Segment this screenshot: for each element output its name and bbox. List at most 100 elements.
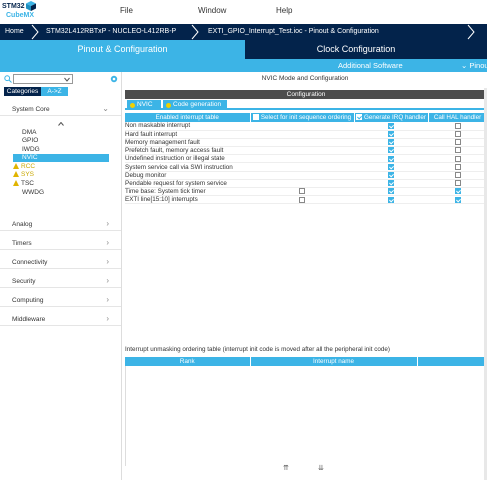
breadcrumb: Home STM32L412RBTxP - NUCLEO-L412RB-P EX… [0,24,487,40]
table-cell [250,195,354,205]
table-row: Time base: System tick timer [125,187,487,197]
generate-irq-checkbox[interactable] [388,131,394,138]
interrupt-name: Memory management fault [125,138,250,148]
breadcrumb-board[interactable]: STM32L412RBTxP - NUCLEO-L412RB-P [46,28,176,35]
category-analog[interactable]: Analog › [0,217,121,231]
generate-irq-checkbox[interactable] [388,122,394,129]
category-label: Timers [12,240,32,247]
table-cell [354,154,428,164]
table-cell [250,154,354,164]
table-cell [250,138,354,148]
sidebar-item-iwdg[interactable]: IWDG [22,146,40,153]
call-hal-checkbox[interactable] [454,172,461,179]
call-hal-checkbox[interactable] [454,188,461,195]
menu-file[interactable]: File [120,6,133,15]
chevron-down-icon [64,77,70,82]
stm32cubemx-logo: STM32 CubeMX [2,1,36,23]
category-security[interactable]: Security › [0,274,121,288]
breadcrumb-home[interactable]: Home [5,28,24,35]
generate-irq-checkbox[interactable] [388,163,394,170]
tab-clock-configuration[interactable]: Clock Configuration [245,40,467,59]
a-z-button[interactable]: A->Z [41,87,68,96]
chevron-down-icon: ⌄ [102,104,109,113]
chevron-right-icon [31,24,39,40]
breadcrumb-project[interactable]: EXTI_GPIO_Interrupt_Test.ioc - Pinout & … [208,28,379,35]
table-cell [354,122,428,131]
call-hal-checkbox[interactable] [454,180,461,187]
sidebar-item-wwdg[interactable]: WWDG [22,189,44,196]
table-cell [354,138,428,148]
table-cell [428,154,487,164]
call-hal-checkbox[interactable] [454,196,461,203]
logo-line1: STM32 [2,3,25,10]
pinout-dropdown[interactable]: ⌄ Pinout [461,61,487,70]
menu-window[interactable]: Window [198,6,226,15]
cube-icon [26,1,36,11]
generate-irq-checkbox[interactable] [388,172,394,179]
select-all-checkbox[interactable] [252,114,259,121]
call-hal-checkbox[interactable] [454,139,461,146]
sidebar-item-nvic[interactable]: NVIC [13,154,109,162]
chevron-right-icon: › [106,219,109,228]
column-header: Interrupt name [250,357,418,366]
chevron-right-icon: › [106,276,109,285]
collapse-icon[interactable] [58,122,64,126]
sidebar-item-rcc[interactable]: RCC [13,163,35,170]
column-header-label: Generate IRQ handler [364,114,426,121]
column-header[interactable]: Generate IRQ handler [354,113,429,122]
table-cell [354,195,428,205]
status-dot-icon [166,103,171,108]
table-row: Memory management fault [125,138,487,148]
gear-icon[interactable] [110,75,118,83]
menu-help[interactable]: Help [276,6,292,15]
tab-code-generation[interactable]: Code generation [163,100,227,110]
call-hal-checkbox[interactable] [454,155,461,162]
additional-software-button[interactable]: Additional Software [338,61,403,70]
table-row: Debug monitor [125,171,487,180]
table-cell [428,171,487,180]
call-hal-checkbox[interactable] [454,147,461,154]
table-cell [354,187,428,197]
warning-icon [13,180,19,186]
move-up-button[interactable]: ⇈ [283,464,289,472]
generate-irq-checkbox[interactable] [388,196,394,203]
search-input[interactable] [13,74,73,84]
category-middleware[interactable]: Middleware › [0,312,121,326]
call-hal-checkbox[interactable] [454,163,461,170]
generate-irq-checkbox[interactable] [388,188,394,195]
generate-irq-checkbox[interactable] [388,147,394,154]
categories-button[interactable]: Categories [4,87,41,96]
sidebar-item-sys[interactable]: SYS [13,171,34,178]
table-cell [428,138,487,148]
generate-irq-all-checkbox[interactable] [356,114,363,121]
call-hal-checkbox[interactable] [454,131,461,138]
call-hal-checkbox[interactable] [454,122,461,129]
generate-irq-checkbox[interactable] [388,139,394,146]
table-cell [250,179,354,189]
move-down-button[interactable]: ⇊ [318,464,324,472]
interrupt-name: EXTI line[15:10] interrupts [125,195,250,205]
category-system-core[interactable]: System Core ⌄ [0,102,121,116]
chevron-right-icon [191,24,199,40]
generate-irq-checkbox[interactable] [388,155,394,162]
sidebar-item-gpio[interactable]: GPIO [22,137,38,144]
category-computing[interactable]: Computing › [0,293,121,307]
category-connectivity[interactable]: Connectivity › [0,255,121,269]
category-timers[interactable]: Timers › [0,236,121,250]
select-ordering-checkbox[interactable] [299,196,305,203]
interrupt-name: Prefetch fault, memory access fault [125,146,250,156]
category-label: Security [12,278,36,285]
menu-bar: STM32 CubeMX File Window Help [0,0,487,24]
table-row: System service call via SWI instruction [125,162,487,172]
chevron-right-icon: › [106,295,109,304]
select-ordering-checkbox[interactable] [299,188,305,195]
generate-irq-checkbox[interactable] [388,180,394,187]
sidebar-item-dma[interactable]: DMA [22,129,36,136]
interrupt-name: Pendable request for system service [125,179,250,189]
table-row: Prefetch fault, memory access fault [125,146,487,156]
tab-nvic[interactable]: NVIC [127,100,161,110]
tab-pinout-configuration[interactable]: Pinout & Configuration [0,40,245,59]
order-table-body [125,366,487,466]
sidebar-item-tsc[interactable]: TSC [13,180,34,187]
column-header[interactable]: Select for init sequence ordering [250,113,355,122]
